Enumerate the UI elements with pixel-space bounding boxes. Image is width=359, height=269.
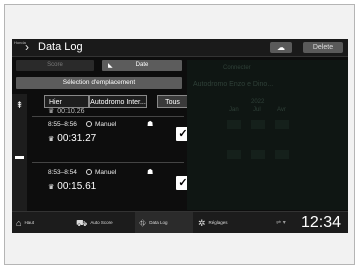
ghost-col: Jan <box>229 107 239 113</box>
entry-duration-wrap: ♛ 00:31.27 <box>48 133 96 144</box>
entry-time-range: 8:53–8:54 <box>48 169 77 176</box>
cloud-icon: ☁ <box>277 43 285 52</box>
entry-duration-wrap: ♛ 00:15.61 <box>48 181 96 192</box>
entry-duration: 00:31.27 <box>57 133 97 144</box>
cursor-icon: ◣ <box>108 63 113 69</box>
ghost-cell <box>251 150 265 159</box>
location-select-button[interactable]: Sélection d'emplacement <box>16 77 182 89</box>
list-item[interactable]: 8:53–8:54 Manuel ☗ ♛ 00:15.61 ✓ <box>48 169 198 203</box>
trophy-icon: ♛ <box>48 136 55 143</box>
cloud-upload-button[interactable]: ☁ <box>270 42 292 53</box>
filter-day[interactable]: Hier <box>44 95 89 108</box>
steering-wheel-icon <box>86 169 92 176</box>
list-divider <box>32 162 184 163</box>
top-bar: Honda › Data Log ☁ Delete <box>12 39 348 57</box>
ghost-year: 2022 <box>251 99 265 105</box>
filter-all[interactable]: Tous <box>157 95 188 108</box>
data-log-icon: ⛗ <box>139 218 147 228</box>
trophy-icon: ♛ <box>48 184 55 191</box>
detail-panel-disabled: Connecter Autodromo Enzo e Dino... 2022 … <box>187 60 348 210</box>
entry-mode-wrap: Manuel <box>86 169 116 176</box>
ghost-track: Autodromo Enzo e Dino... <box>193 81 274 88</box>
entry-mode: Manuel <box>95 121 117 128</box>
ghost-label: Connecter <box>223 65 251 71</box>
nav-settings-label: Réglages <box>208 220 228 226</box>
delete-button[interactable]: Delete <box>303 42 343 53</box>
nav-home[interactable]: ⌂ Haut <box>16 212 71 233</box>
filter-row: Hier Autodromo Inter... Tous <box>44 95 188 108</box>
ghost-cell <box>227 120 241 129</box>
entry-mode-wrap: Manuel <box>86 121 116 128</box>
scroll-position-indicator <box>15 156 24 159</box>
nav-home-label: Haut <box>24 220 34 226</box>
clock: 12:34 <box>301 214 342 231</box>
gear-icon: ✲ <box>198 218 206 228</box>
steering-wheel-icon <box>86 121 92 128</box>
trophy-icon: ♛ <box>48 108 55 115</box>
home-icon: ⌂ <box>16 218 22 228</box>
nav-settings[interactable]: ✲ Réglages <box>198 212 253 233</box>
tab-date[interactable]: ◣ Date <box>102 60 182 71</box>
page-title: Data Log <box>38 41 83 53</box>
nav-data-log-label: Data Log <box>149 220 168 226</box>
ghost-cell <box>275 120 289 129</box>
ghost-col: Avr <box>277 107 286 113</box>
ghost-cell <box>227 150 241 159</box>
list-item-partial[interactable]: ♛ 00:10.26 <box>48 108 85 115</box>
back-chevron-icon[interactable]: › <box>25 40 29 54</box>
filter-track[interactable]: Autodromo Inter... <box>89 95 147 108</box>
entry-duration: 00:10.26 <box>57 108 85 115</box>
infotainment-screen: Honda › Data Log ☁ Delete Score ◣ Date S… <box>12 39 348 233</box>
ghost-cell <box>275 150 289 159</box>
scroll-up-icon[interactable]: ⇞ <box>12 100 27 111</box>
ghost-col: Jul <box>253 107 261 113</box>
list-item[interactable]: 8:55–8:56 Manuel ☗ ♛ 00:31.27 ✓ <box>48 121 198 155</box>
car-icon: ⛟ <box>76 218 88 228</box>
entry-time-range: 8:55–8:56 <box>48 121 77 128</box>
list-divider <box>32 116 184 117</box>
sport-mode-icon: ☗ <box>147 169 154 176</box>
tab-date-label: Date <box>135 62 149 68</box>
bottom-nav: ⌂ Haut ⛟ Auto Score ⛗ Data Log ✲ Réglages ⇌ … <box>12 211 348 233</box>
nav-data-log[interactable]: ⛗ Data Log <box>135 212 193 233</box>
sport-mode-icon: ☗ <box>147 121 154 128</box>
nav-auto-score-label: Auto Score <box>90 220 113 226</box>
nav-auto-score[interactable]: ⛟ Auto Score <box>76 212 134 233</box>
entry-mode: Manuel <box>95 169 117 176</box>
signal-icon: ⇌ ▾ <box>276 220 286 226</box>
entry-duration: 00:15.61 <box>57 181 97 192</box>
tab-score[interactable]: Score <box>16 60 94 71</box>
ghost-cell <box>251 120 265 129</box>
